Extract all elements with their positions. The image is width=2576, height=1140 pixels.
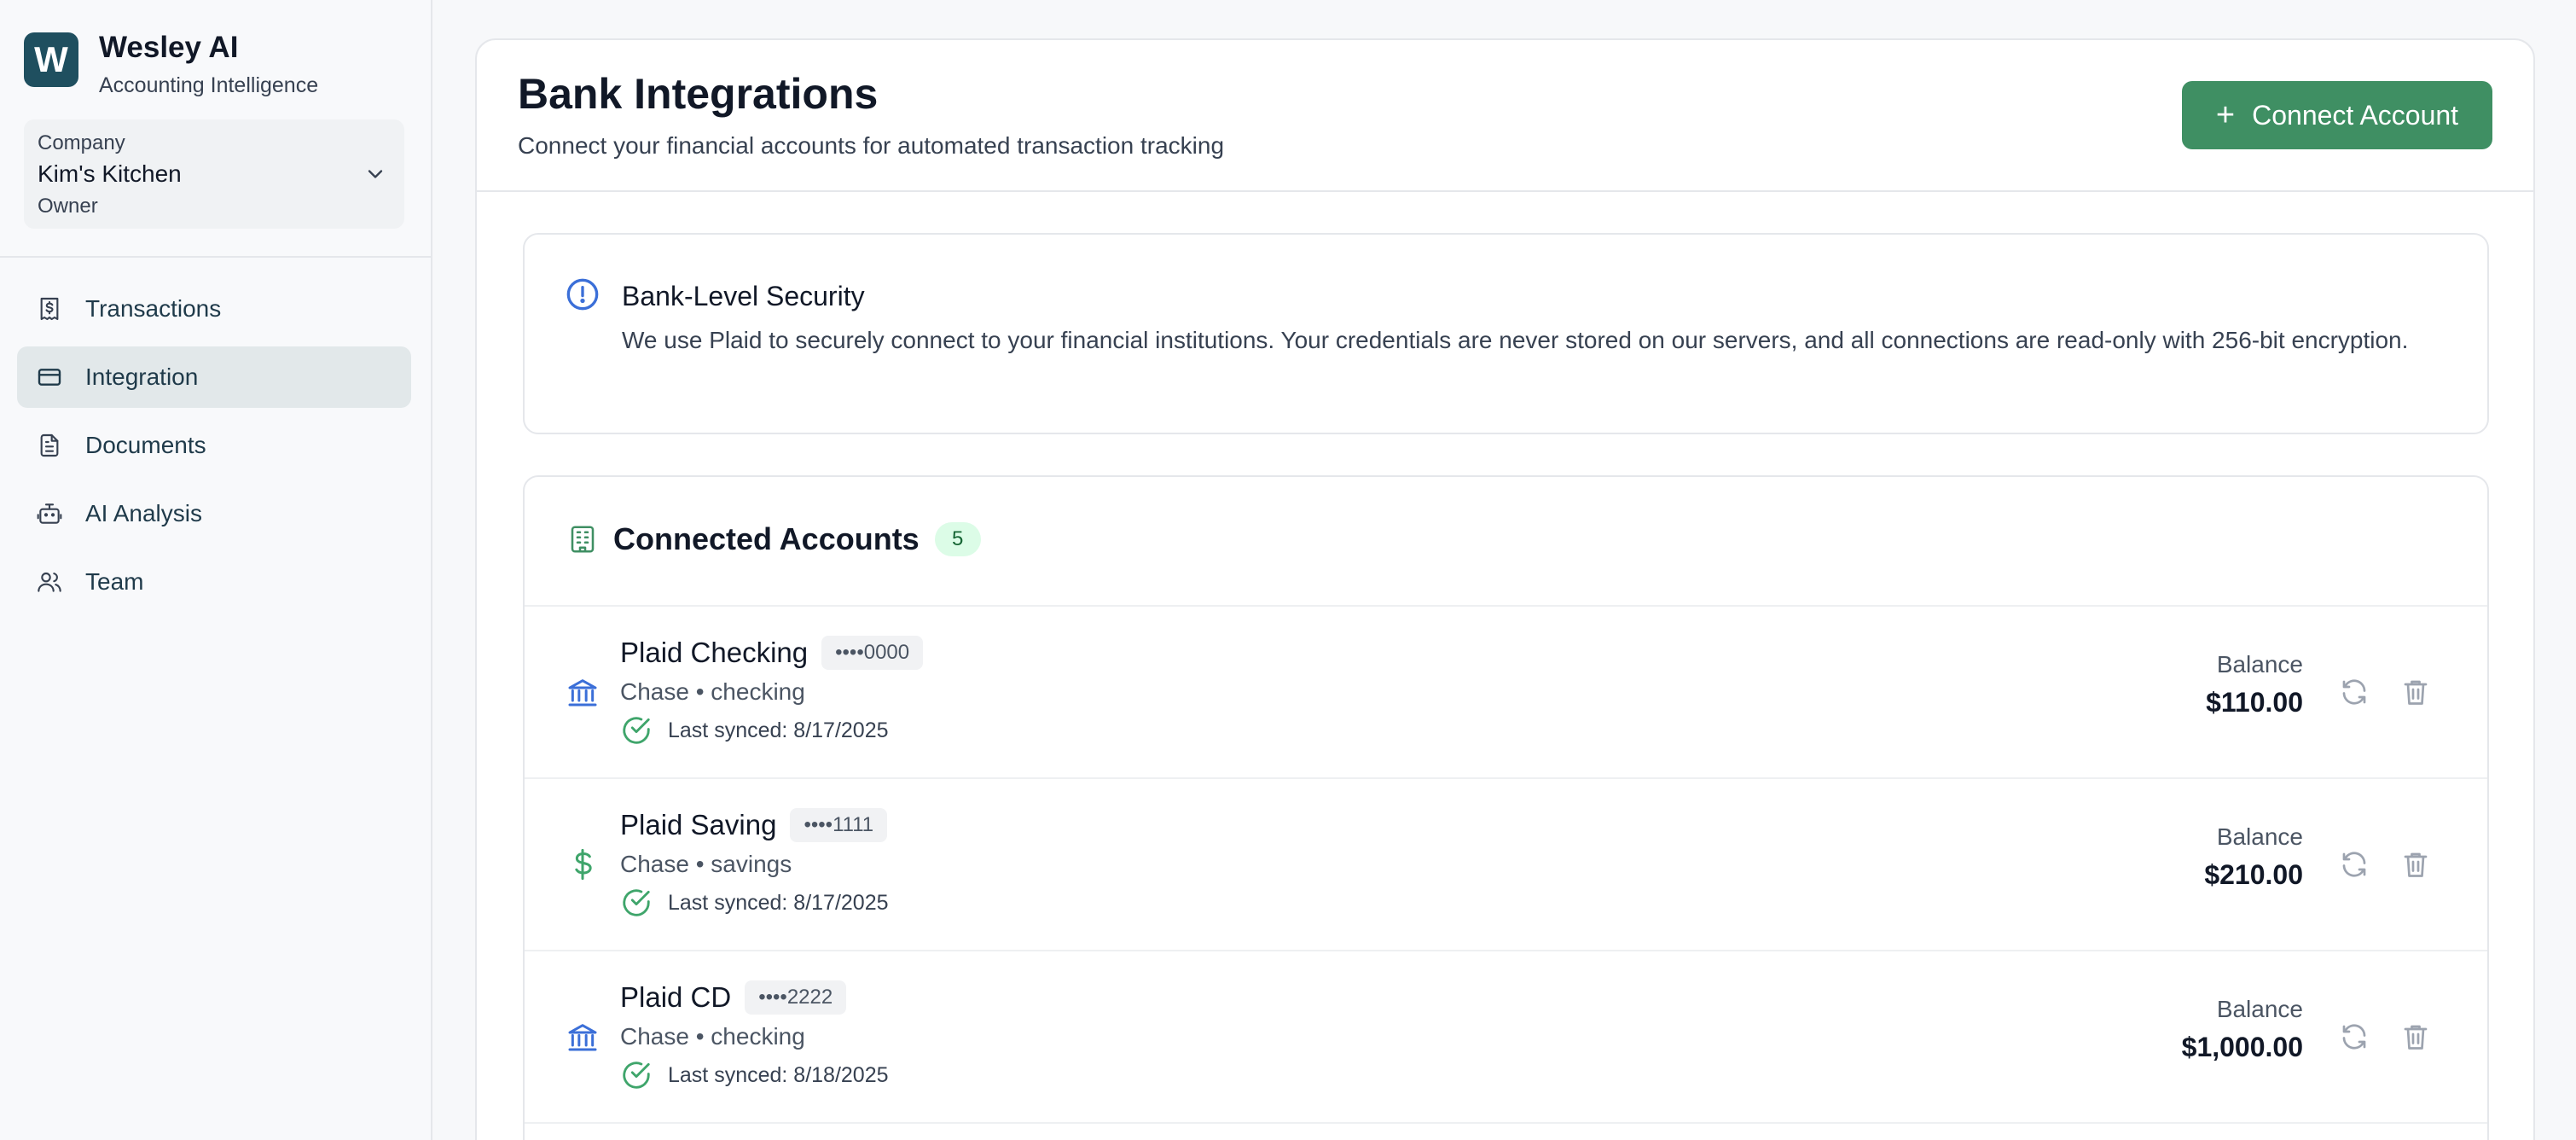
connect-account-button[interactable]: + Connect Account <box>2182 81 2492 149</box>
trash-icon[interactable] <box>2400 849 2431 880</box>
company-label: Company <box>38 131 125 154</box>
account-row: Plaid Saving ••••1111 Chase • savings La… <box>525 779 2487 951</box>
sidebar-item-label: Documents <box>85 432 206 458</box>
trash-icon[interactable] <box>2400 677 2431 707</box>
company-name: Kim's Kitchen <box>38 160 182 187</box>
sidebar-item-label: Transactions <box>85 295 222 322</box>
main-panel: Bank Integrations Connect your financial… <box>475 38 2535 1140</box>
balance-label: Balance <box>2216 823 2303 850</box>
balance-value: $210.00 <box>2204 859 2303 890</box>
sidebar-item-integration[interactable]: Integration <box>17 346 411 408</box>
sidebar-item-label: AI Analysis <box>85 500 202 526</box>
check-circle-icon <box>623 717 650 744</box>
plus-icon: + <box>2215 96 2236 133</box>
last-synced: Last synced: 8/17/2025 <box>668 890 889 915</box>
account-name: Plaid Saving <box>620 809 777 840</box>
balance-value: $1,000.00 <box>2181 1032 2303 1062</box>
sidebar-item-label: Integration <box>85 364 199 390</box>
balance: Balance $110.00 <box>2206 651 2303 718</box>
sync-status: Last synced: 8/17/2025 <box>620 714 889 747</box>
header-divider <box>477 190 2533 192</box>
check-circle-icon <box>623 1061 650 1089</box>
account-row: Plaid CD ••••2222 Chase • checking Last … <box>525 951 2487 1124</box>
sidebar: W Wesley AI Accounting Intelligence Comp… <box>0 0 432 1140</box>
building-icon <box>571 526 595 553</box>
bank-icon <box>568 1024 597 1051</box>
dollar-icon <box>575 848 592 881</box>
connected-accounts-header: Connected Accounts 5 <box>567 521 981 557</box>
brand[interactable]: W Wesley AI Accounting Intelligence <box>24 31 319 98</box>
balance-label: Balance <box>2216 651 2303 678</box>
balance-value: $110.00 <box>2206 687 2303 718</box>
account-meta: Chase • checking <box>620 678 805 705</box>
last-synced: Last synced: 8/17/2025 <box>668 718 889 742</box>
page-header: Bank Integrations Connect your financial… <box>518 69 1224 160</box>
balance: Balance $1,000.00 <box>2182 996 2303 1063</box>
brand-name: Wesley AI <box>99 31 239 64</box>
alert-circle-icon <box>566 278 599 311</box>
sidebar-item-label: Team <box>85 568 144 595</box>
sidebar-item-transactions[interactable]: Transactions <box>17 278 411 340</box>
security-title: Bank-Level Security <box>622 281 865 311</box>
account-meta: Chase • checking <box>620 1023 805 1050</box>
connected-accounts-title: Connected Accounts <box>613 521 920 556</box>
connected-accounts-card: Connected Accounts 5 Plaid Checking ••••… <box>523 475 2489 1140</box>
account-mask: ••••0000 <box>821 636 924 670</box>
sidebar-item-ai-analysis[interactable]: AI Analysis <box>17 483 411 544</box>
chevron-down-icon <box>368 170 383 178</box>
page-subtitle: Connect your financial accounts for auto… <box>518 132 1225 159</box>
accounts-count-badge: 5 <box>934 522 981 556</box>
brand-subtitle: Accounting Intelligence <box>99 73 319 97</box>
users-icon <box>38 572 61 592</box>
account-meta: Chase • savings <box>620 851 792 877</box>
credit-card-icon <box>38 369 61 386</box>
account-row: Plaid Checking ••••0000 Chase • checking… <box>525 607 2487 779</box>
account-mask: ••••1111 <box>790 808 888 842</box>
document-icon <box>40 433 59 457</box>
security-text: We use Plaid to securely connect to your… <box>622 327 2409 353</box>
sidebar-item-documents[interactable]: Documents <box>17 415 411 476</box>
trash-icon[interactable] <box>2400 1021 2431 1052</box>
bank-icon <box>568 679 597 707</box>
balance: Balance $210.00 <box>2204 823 2303 891</box>
robot-icon <box>37 503 62 524</box>
refresh-icon[interactable] <box>2339 849 2370 880</box>
sidebar-nav: Transactions Integration Documents AI An… <box>17 278 411 619</box>
balance-label: Balance <box>2216 996 2303 1022</box>
connect-account-label: Connect Account <box>2252 99 2459 131</box>
company-switcher[interactable]: Company Kim's Kitchen Owner <box>24 119 404 229</box>
refresh-icon[interactable] <box>2339 1021 2370 1052</box>
account-name: Plaid CD <box>620 981 732 1013</box>
sync-status: Last synced: 8/17/2025 <box>620 887 889 919</box>
company-role: Owner <box>38 195 98 218</box>
last-synced: Last synced: 8/18/2025 <box>668 1062 889 1087</box>
sidebar-divider <box>0 256 432 258</box>
sync-status: Last synced: 8/18/2025 <box>620 1059 889 1091</box>
brand-logo: W <box>24 32 78 87</box>
account-name: Plaid Checking <box>620 637 809 668</box>
security-notice: Bank-Level Security We use Plaid to secu… <box>523 233 2489 434</box>
sidebar-item-team[interactable]: Team <box>17 551 411 613</box>
page-title: Bank Integrations <box>518 70 879 118</box>
refresh-icon[interactable] <box>2339 677 2370 707</box>
receipt-dollar-icon <box>40 297 59 321</box>
account-mask: ••••2222 <box>745 980 847 1015</box>
check-circle-icon <box>623 889 650 916</box>
